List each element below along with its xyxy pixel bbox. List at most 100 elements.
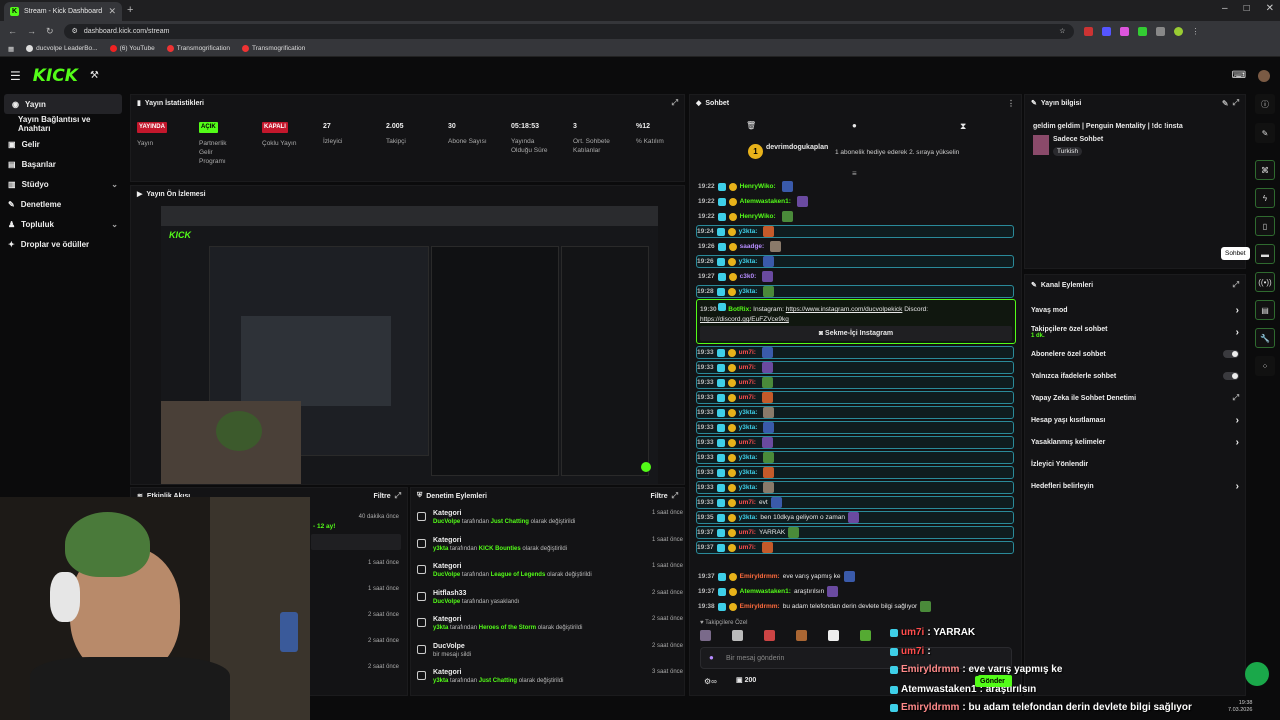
chat-message[interactable]: 19:22 HenryWiko:: [698, 210, 793, 223]
tag-badge[interactable]: Turkish: [1053, 147, 1083, 156]
menu-dots-icon[interactable]: ⋮: [1192, 27, 1200, 36]
forward-icon[interactable]: →: [27, 26, 36, 36]
edit-pencil-icon[interactable]: ✎: [1255, 123, 1275, 143]
wrench-icon[interactable]: 🔧: [1255, 328, 1275, 348]
kick-logo[interactable]: KICK: [33, 66, 78, 86]
chat-message[interactable]: 19:26 saadge:: [698, 240, 782, 253]
toggle-switch[interactable]: [1223, 372, 1239, 380]
chat-username[interactable]: y3kta:: [739, 258, 758, 265]
chat-message[interactable]: 19:28 y3kta:: [696, 285, 1014, 298]
chat-username[interactable]: Emiryldrmm:: [740, 573, 780, 580]
chat-message[interactable]: 19:35 y3kta: ben 10dkya geliyom o zaman: [696, 511, 1014, 524]
chat-message[interactable]: 19:37 Atemwastaken1: araştırılsın: [698, 585, 839, 598]
extension-icon[interactable]: [1137, 26, 1147, 36]
back-icon[interactable]: ←: [8, 26, 17, 36]
overlay-send-button[interactable]: Gönder: [975, 676, 1010, 687]
keyboard-icon[interactable]: ⌨: [1232, 70, 1246, 81]
chat-message[interactable]: 19:33 um7i:: [696, 346, 1014, 359]
sidebar-item-droplar[interactable]: ✦ Droplar ve ödüller: [0, 234, 126, 254]
apps-grid-icon[interactable]: ▦: [8, 45, 14, 53]
chat-username[interactable]: um7i:: [739, 529, 756, 536]
emote[interactable]: [796, 630, 807, 641]
chat-username[interactable]: um7i:: [739, 349, 756, 356]
extension-icon[interactable]: [1101, 26, 1111, 36]
instagram-button[interactable]: ◙ Sekme-İçi Instagram: [700, 326, 1012, 341]
category-name[interactable]: Sadece Sohbet: [1053, 136, 1103, 143]
chat-username[interactable]: y3kta:: [739, 288, 758, 295]
broadcast-icon[interactable]: ((•)): [1255, 272, 1275, 292]
chat-username[interactable]: y3kta:: [739, 484, 758, 491]
expand-icon[interactable]: ⤢: [1233, 98, 1239, 108]
chat-message[interactable]: 19:37 Emiryldrmm: eve varış yapmış ke: [698, 570, 855, 583]
document-icon[interactable]: ▯: [1255, 216, 1275, 236]
chat-username[interactable]: um7i:: [739, 379, 756, 386]
channel-points[interactable]: ▣ 200: [736, 676, 756, 684]
window-close-icon[interactable]: ✕: [1266, 3, 1274, 14]
sidebar-item-topluluk[interactable]: ♟ Topluluk ⌄: [0, 214, 126, 234]
extension-icon[interactable]: [1155, 26, 1165, 36]
sidebar-item-gelir[interactable]: ▣ Gelir: [0, 134, 126, 154]
lightning-icon[interactable]: ϟ: [1255, 188, 1275, 208]
chat-message[interactable]: 19:37 um7i:: [696, 541, 1014, 554]
chat-username[interactable]: Atemwastaken1:: [740, 198, 791, 205]
chat-username[interactable]: y3kta:: [739, 424, 758, 431]
extension-icon[interactable]: [1119, 26, 1129, 36]
chat-username[interactable]: saadge:: [740, 243, 765, 250]
chat-username[interactable]: y3kta:: [739, 469, 758, 476]
new-tab-icon[interactable]: +: [127, 4, 133, 16]
emote[interactable]: [700, 630, 711, 641]
chat-username[interactable]: Emiryldrmm:: [740, 603, 780, 610]
chat-username[interactable]: y3kta:: [739, 454, 758, 461]
emote[interactable]: [732, 630, 743, 641]
chat-message[interactable]: 19:33 um7i:: [696, 361, 1014, 374]
chat-message[interactable]: 19:33 y3kta:: [696, 481, 1014, 494]
chat-username[interactable]: c3k0:: [740, 273, 757, 280]
user-avatar[interactable]: [1258, 69, 1270, 82]
chat-username[interactable]: y3kta:: [739, 228, 758, 235]
chat-username[interactable]: Atemwastaken1:: [740, 588, 791, 595]
chat-message[interactable]: 19:33 um7i:: [696, 376, 1014, 389]
instagram-link[interactable]: https://www.instagram.com/ducvolpekick: [786, 306, 903, 313]
sidebar-item-stream-key[interactable]: Yayın Bağlantısı ve Anahtarı: [0, 114, 126, 134]
site-info-icon[interactable]: ⚙: [72, 27, 78, 35]
chat-message[interactable]: 19:33 y3kta:: [696, 451, 1014, 464]
chat-message[interactable]: 19:33 um7i:: [696, 391, 1014, 404]
filter-button[interactable]: Filtre: [650, 493, 667, 500]
chat-username[interactable]: um7i:: [739, 364, 756, 371]
info-icon[interactable]: ⓘ: [1255, 94, 1275, 114]
discord-link[interactable]: https://discord.gg/EuFZVce9kg: [700, 316, 789, 323]
chat-bubble-icon[interactable]: ▬: [1255, 244, 1275, 264]
chat-message[interactable]: 19:22 Atemwastaken1:: [698, 195, 808, 208]
emote[interactable]: [764, 630, 775, 641]
browser-tab[interactable]: K Stream - Kick Dashboard ✕: [4, 2, 122, 21]
chat-username[interactable]: um7i:: [739, 544, 756, 551]
chat-message[interactable]: 19:33 y3kta:: [696, 466, 1014, 479]
apps-icon[interactable]: ⁘: [1255, 356, 1275, 376]
chat-username[interactable]: HenryWiko:: [740, 213, 776, 220]
channel-action-item[interactable]: Yasaklanmış kelimeler ›: [1025, 431, 1245, 453]
channel-action-item[interactable]: Yalnızca ifadelerle sohbet: [1025, 365, 1245, 387]
bookmark[interactable]: (6) YouTube: [109, 45, 155, 52]
chat-username[interactable]: um7i:: [739, 499, 756, 506]
profile-avatar-icon[interactable]: [1173, 26, 1183, 36]
collapse-icon[interactable]: ≡: [852, 169, 857, 178]
bookmark[interactable]: ducvolpe LeaderBo...: [26, 45, 98, 52]
chat-message[interactable]: 19:33 um7i:: [696, 436, 1014, 449]
sidebar-item-basarilar[interactable]: ▤ Başarılar: [0, 154, 126, 174]
maximize-icon[interactable]: □: [1244, 3, 1250, 14]
expand-icon[interactable]: ⤢: [395, 491, 401, 501]
chat-message[interactable]: 19:26 y3kta:: [696, 255, 1014, 268]
hammer-icon[interactable]: ⚒: [90, 70, 99, 81]
url-bar[interactable]: ⚙ dashboard.kick.com/stream ☆: [63, 23, 1074, 39]
chat-message[interactable]: 19:27 c3k0:: [698, 270, 774, 283]
emote[interactable]: [828, 630, 839, 641]
hourglass-icon[interactable]: ⧗: [960, 121, 966, 132]
channel-action-item[interactable]: Takipçilere özel sohbet 1 dk. ›: [1025, 321, 1245, 343]
chat-username[interactable]: HenryWiko:: [740, 183, 776, 190]
edit-icon[interactable]: ✎: [1222, 99, 1229, 108]
chat-bubble-icon[interactable]: ●: [852, 121, 857, 130]
minimize-icon[interactable]: –: [1222, 3, 1228, 14]
chat-message[interactable]: 19:24 y3kta:: [696, 225, 1014, 238]
layout-icon[interactable]: ▤: [1255, 300, 1275, 320]
channel-action-item[interactable]: Hesap yaşı kısıtlaması ›: [1025, 409, 1245, 431]
